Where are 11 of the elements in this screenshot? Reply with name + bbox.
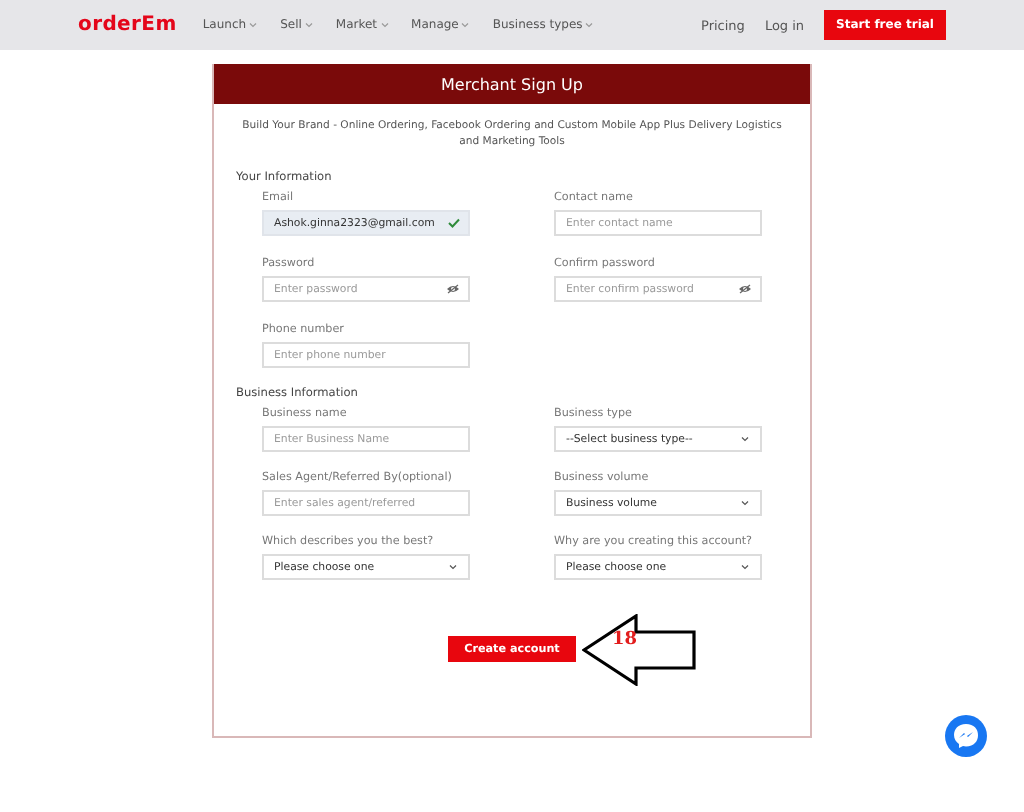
chevron-down-icon	[740, 434, 750, 445]
chat-icon[interactable]	[944, 714, 988, 758]
form-title: Merchant Sign Up	[214, 64, 810, 104]
eye-icon[interactable]	[738, 284, 752, 295]
eye-icon[interactable]	[446, 284, 460, 295]
logo[interactable]: orderEm	[78, 14, 177, 36]
chevron-down-icon	[740, 498, 750, 509]
chevron-down-icon	[740, 562, 750, 573]
annotation-number: 18	[612, 630, 638, 651]
chevron-down-icon	[448, 562, 458, 573]
arrow-drawing	[582, 614, 698, 687]
